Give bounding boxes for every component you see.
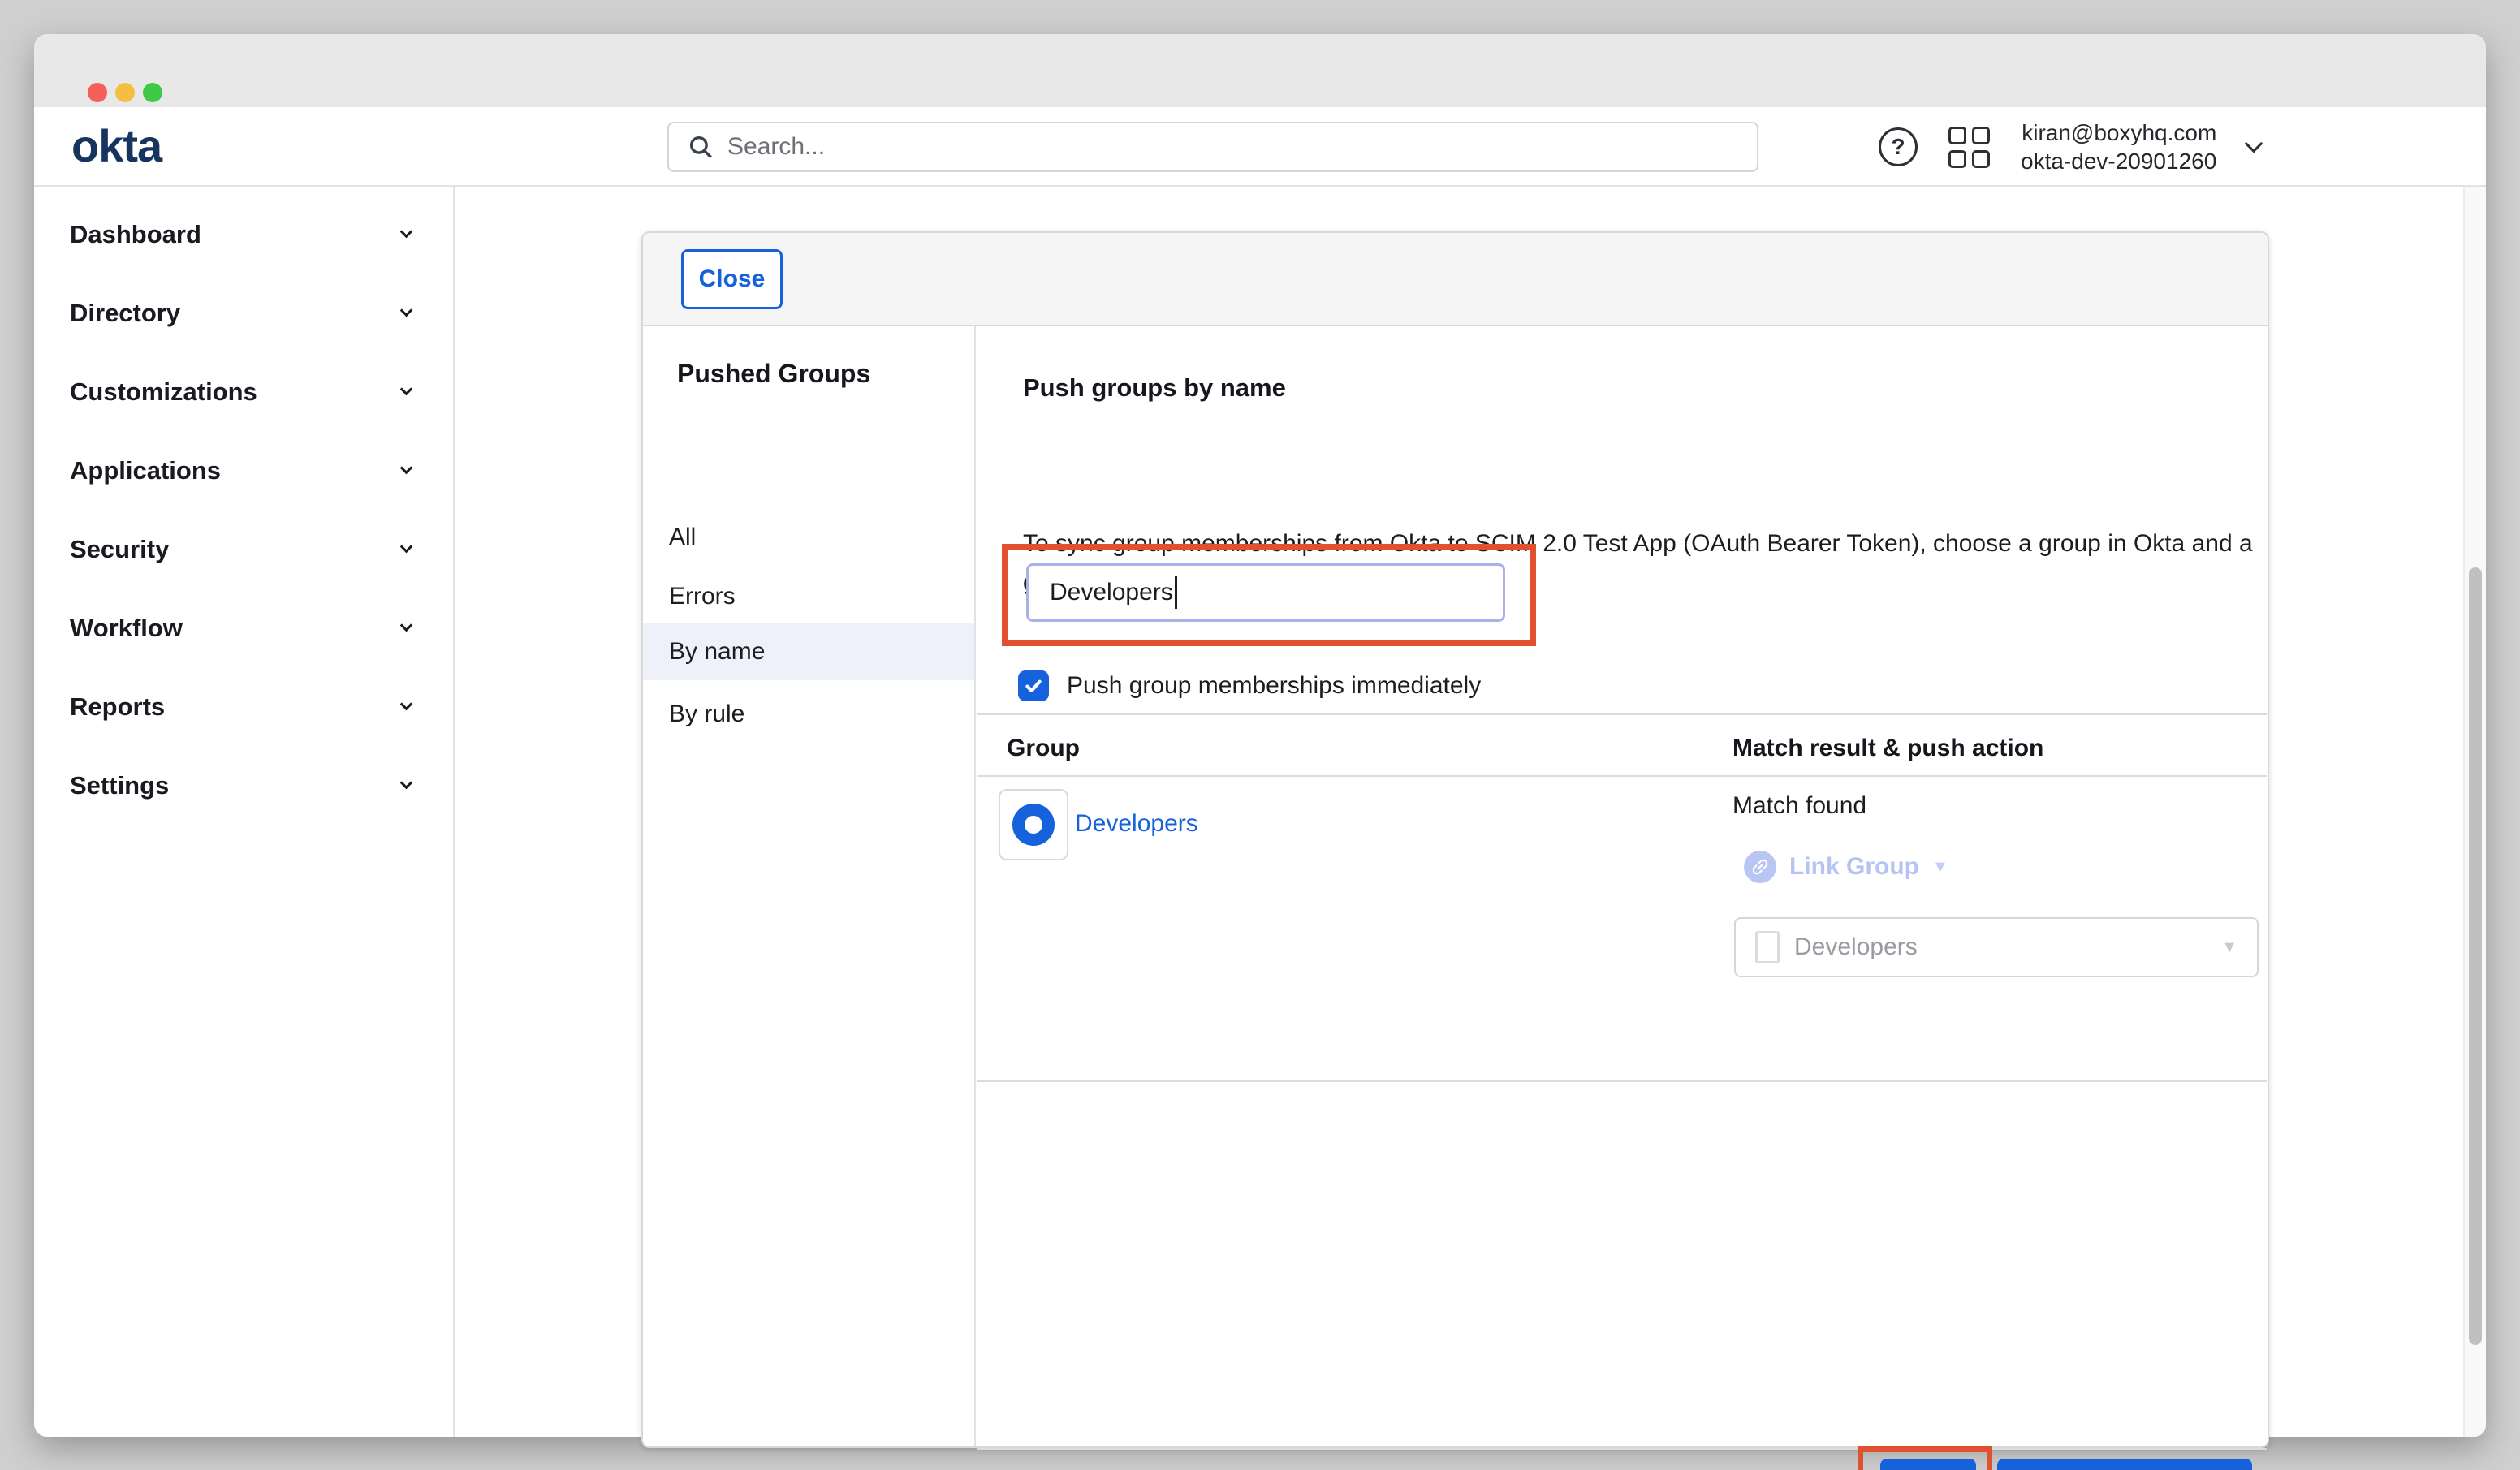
dialog-content: Push groups by name To sync group member…	[977, 326, 2268, 1446]
window-close-button[interactable]	[88, 83, 107, 102]
chevron-down-icon	[400, 304, 413, 317]
push-groups-dialog: Close Pushed Groups All Errors By name B…	[641, 231, 2269, 1448]
group-placeholder-icon	[1755, 931, 1780, 963]
checkmark-icon	[1022, 675, 1045, 697]
pushed-groups-subnav: Pushed Groups All Errors By name By rule	[643, 326, 976, 1446]
group-name-value: Developers	[1050, 579, 1173, 606]
subnav-item-all[interactable]: All	[643, 509, 974, 566]
link-group-dropdown[interactable]: Link Group ▼	[1744, 851, 1948, 883]
sidebar: Dashboard Directory Customizations Appli…	[34, 187, 455, 1437]
column-header-group: Group	[1007, 735, 1080, 762]
group-name-input[interactable]: Developers	[1026, 563, 1505, 622]
app-group-select[interactable]: Developers ▼	[1734, 917, 2259, 977]
group-avatar	[999, 789, 1068, 860]
group-name-link[interactable]: Developers	[1075, 810, 1198, 838]
chevron-down-icon	[400, 383, 413, 396]
search-placeholder: Search...	[727, 133, 825, 161]
chevron-down-icon	[400, 698, 413, 711]
vertical-scrollbar[interactable]	[2463, 187, 2486, 1437]
divider	[977, 1448, 2267, 1450]
help-icon[interactable]: ?	[1879, 127, 1918, 166]
window-minimize-button[interactable]	[115, 83, 135, 102]
sidebar-item-settings[interactable]: Settings	[34, 746, 453, 825]
sidebar-item-security[interactable]: Security	[34, 510, 453, 588]
sidebar-item-customizations[interactable]: Customizations	[34, 352, 453, 431]
text-cursor	[1175, 576, 1177, 609]
subnav-item-errors[interactable]: Errors	[643, 568, 974, 625]
page-title: Push groups by name	[1023, 373, 1286, 403]
link-group-label: Link Group	[1789, 853, 1919, 881]
app-body: Dashboard Directory Customizations Appli…	[34, 187, 2486, 1437]
app-header: okta Search... ? kiran@boxyhq.com okta-d…	[34, 107, 2486, 187]
divider	[977, 1080, 2267, 1082]
scrollbar-thumb[interactable]	[2469, 567, 2482, 1345]
desktop-background: okta Search... ? kiran@boxyhq.com okta-d…	[0, 0, 2520, 1470]
sidebar-item-dashboard[interactable]: Dashboard	[34, 195, 453, 274]
push-immediately-label: Push group memberships immediately	[1067, 672, 1481, 700]
subnav-item-by-name[interactable]: By name	[643, 623, 974, 680]
divider	[977, 713, 2267, 715]
user-email: kiran@boxyhq.com	[2021, 119, 2216, 147]
push-immediately-row: Push group memberships immediately	[1018, 670, 1481, 701]
chevron-down-icon[interactable]	[2245, 135, 2263, 153]
sidebar-item-directory[interactable]: Directory	[34, 274, 453, 352]
subnav-item-by-rule[interactable]: By rule	[643, 686, 974, 743]
annotation-highlight-save	[1858, 1446, 1992, 1470]
chevron-down-icon	[400, 462, 413, 475]
subnav-title: Pushed Groups	[677, 359, 870, 389]
chevron-down-icon	[400, 541, 413, 554]
sidebar-item-workflow[interactable]: Workflow	[34, 588, 453, 667]
search-input[interactable]: Search...	[667, 122, 1758, 172]
chevron-down-icon	[400, 619, 413, 632]
browser-window: okta Search... ? kiran@boxyhq.com okta-d…	[34, 34, 2486, 1437]
window-zoom-button[interactable]	[143, 83, 162, 102]
window-titlebar	[34, 34, 2486, 107]
dialog-toolbar: Close	[643, 233, 2268, 326]
header-actions: ? kiran@boxyhq.com okta-dev-20901260	[1879, 107, 2260, 187]
divider	[977, 775, 2267, 777]
okta-logo: okta	[71, 123, 162, 169]
org-name: okta-dev-20901260	[2021, 147, 2216, 175]
sidebar-item-reports[interactable]: Reports	[34, 667, 453, 746]
search-icon	[687, 133, 714, 161]
save-add-another-button[interactable]: Save & Add Another	[1997, 1459, 2252, 1470]
group-icon	[1012, 804, 1055, 846]
close-button[interactable]: Close	[681, 249, 783, 309]
sidebar-item-applications[interactable]: Applications	[34, 431, 453, 510]
caret-down-icon: ▼	[1932, 858, 1948, 877]
link-icon	[1744, 851, 1776, 883]
chevron-down-icon	[400, 226, 413, 239]
apps-grid-icon[interactable]	[1948, 127, 1990, 168]
account-menu[interactable]: kiran@boxyhq.com okta-dev-20901260	[2021, 119, 2216, 175]
app-group-value: Developers	[1794, 933, 2207, 961]
push-immediately-checkbox[interactable]	[1018, 670, 1049, 701]
chevron-down-icon	[400, 777, 413, 790]
caret-down-icon: ▼	[2221, 938, 2237, 957]
match-status: Match found	[1732, 792, 1866, 820]
column-header-match: Match result & push action	[1732, 735, 2043, 762]
